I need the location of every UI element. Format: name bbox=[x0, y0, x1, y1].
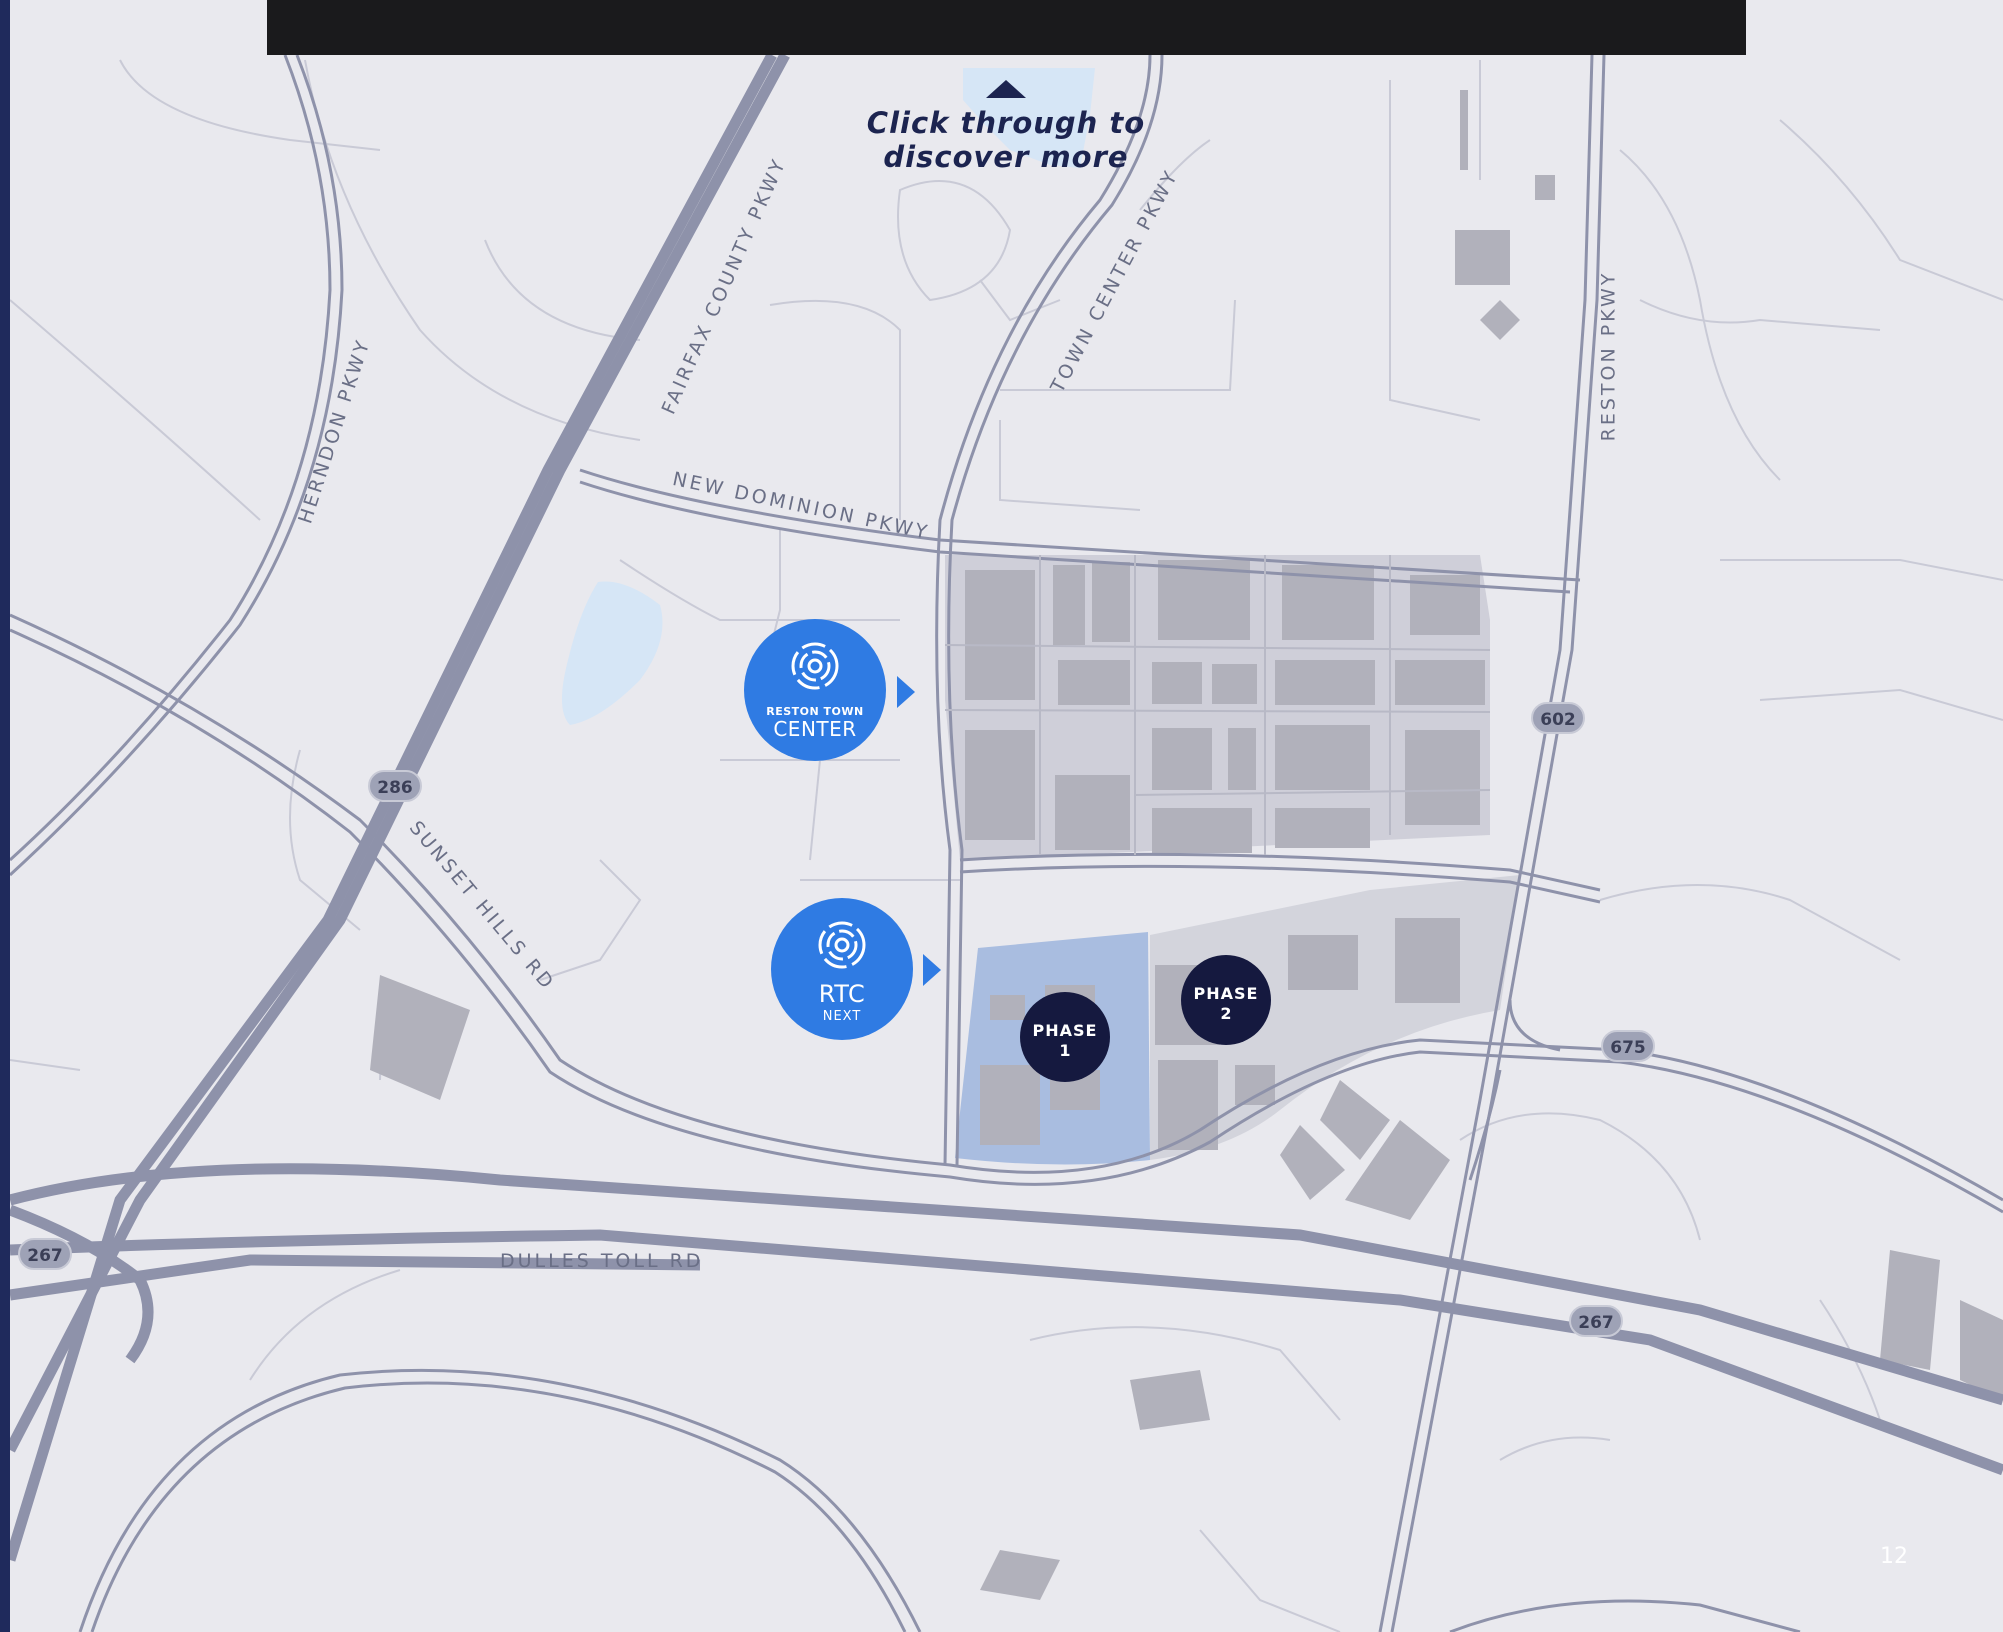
rtc-logo-icon bbox=[791, 642, 839, 690]
phase-2-marker[interactable]: PHASE 2 bbox=[1181, 955, 1271, 1045]
route-shield-267-west: 267 bbox=[18, 1238, 72, 1270]
map-stage: Click through to discover more HERNDON P… bbox=[0, 0, 2003, 1632]
phase-2-number: 2 bbox=[1220, 1004, 1232, 1023]
pond-left bbox=[561, 581, 663, 725]
buildings bbox=[370, 90, 2003, 1600]
rtc-name-line2: CENTER bbox=[773, 717, 857, 741]
rtc-next-marker[interactable]: RTC NEXT bbox=[771, 898, 913, 1040]
phase-1-number: 1 bbox=[1059, 1041, 1071, 1060]
top-banner-bar bbox=[267, 0, 1746, 55]
route-shield-602: 602 bbox=[1531, 702, 1585, 734]
page-number: 12 bbox=[1880, 1544, 1908, 1569]
discover-more-text[interactable]: Click through to discover more bbox=[800, 106, 1212, 174]
rtc-next-name-line1: RTC bbox=[818, 980, 866, 1008]
arrow-up-icon[interactable] bbox=[986, 80, 1026, 98]
road-label-reston: RESTON PKWY bbox=[1597, 270, 1620, 442]
rtc-next-pointer-arrow-icon bbox=[923, 954, 941, 986]
rtc-next-name-line2: NEXT bbox=[822, 1009, 862, 1024]
route-shield-267-east: 267 bbox=[1569, 1305, 1623, 1337]
route-shield-675: 675 bbox=[1601, 1030, 1655, 1062]
left-navigation-rail bbox=[0, 0, 10, 1632]
rtc-next-logo-icon bbox=[818, 921, 866, 969]
phase-1-marker[interactable]: PHASE 1 bbox=[1020, 992, 1110, 1082]
discover-more-call-to-action[interactable]: Click through to discover more bbox=[800, 80, 1212, 174]
rtc-pointer-arrow-icon bbox=[897, 676, 915, 708]
route-shield-286: 286 bbox=[368, 770, 422, 802]
map-canvas bbox=[4, 52, 2003, 1632]
phase-1-label: PHASE bbox=[1032, 1021, 1098, 1040]
phase-2-label: PHASE bbox=[1193, 984, 1259, 1003]
road-label-dulles: DULLES TOLL RD bbox=[500, 1250, 704, 1272]
reston-town-center-marker[interactable]: RESTON TOWN CENTER bbox=[744, 619, 886, 761]
